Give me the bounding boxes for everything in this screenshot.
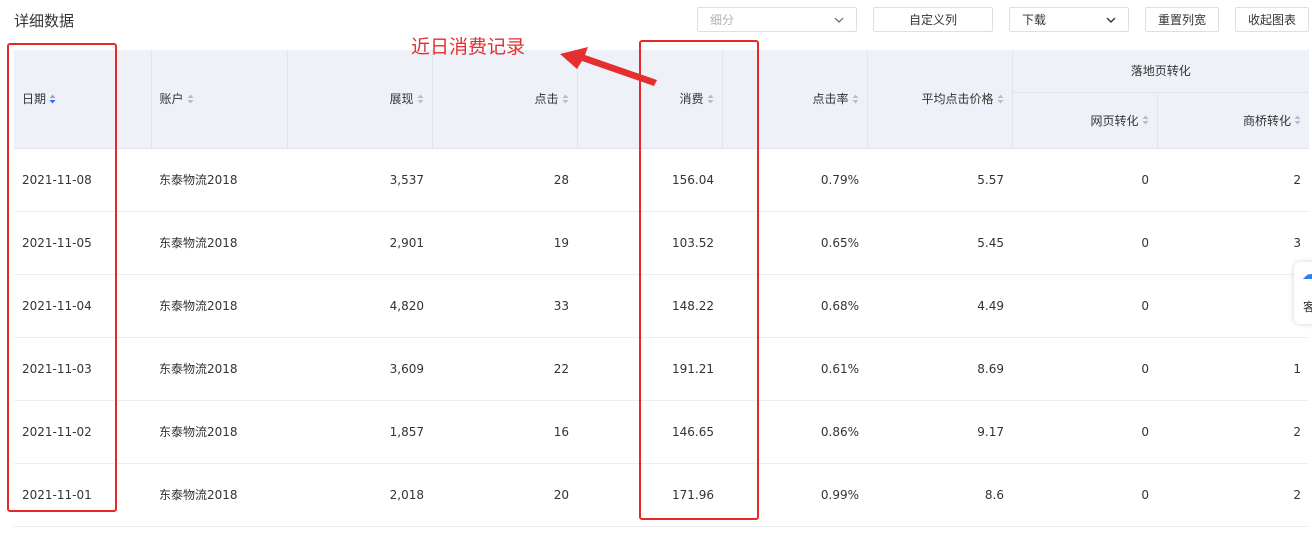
header-label-impressions: 展现: [389, 92, 414, 107]
sort-icon: [1142, 115, 1148, 125]
cell-clicks: 28: [432, 148, 577, 212]
cell-account: 东泰物流2018: [151, 400, 287, 464]
cell-web-conversion: 0: [1012, 211, 1157, 275]
cell-account: 东泰物流2018: [151, 148, 287, 212]
download-label: 下载: [1022, 13, 1047, 27]
chat-icon: ☁: [1302, 267, 1312, 283]
cell-bridge-conversion: 3: [1157, 211, 1309, 275]
breakdown-select[interactable]: 细分: [697, 7, 857, 32]
column-group-landing-conversion: 落地页转化: [1012, 50, 1309, 93]
header-label-clicks: 点击: [534, 92, 559, 107]
chevron-down-icon: [1106, 17, 1116, 23]
sort-icon: [1294, 115, 1301, 125]
sort-icon: [417, 94, 423, 104]
cell-web-conversion: 0: [1012, 463, 1157, 527]
column-header-cpc[interactable]: 平均点击价格: [867, 50, 1013, 149]
customer-service-label: 客: [1303, 300, 1312, 314]
cell-cpc: 5.57: [867, 148, 1012, 212]
cell-bridge-conversion: 2: [1157, 274, 1309, 338]
cell-bridge-conversion: 1: [1157, 337, 1309, 401]
sort-icon: [852, 94, 858, 104]
cell-account: 东泰物流2018: [151, 337, 287, 401]
date-column-highlight: [7, 43, 117, 512]
cell-cpc: 8.69: [867, 337, 1012, 401]
column-header-bridge-conversion[interactable]: 商桥转化: [1157, 92, 1309, 149]
cell-bridge-conversion: 2: [1157, 463, 1309, 527]
cell-web-conversion: 0: [1012, 400, 1157, 464]
cell-impressions: 2,901: [287, 211, 432, 275]
header-label-bridge-conversion: 商桥转化: [1242, 113, 1291, 128]
customer-service-widget[interactable]: ☁ 客: [1294, 262, 1312, 324]
header-label-cpc: 平均点击价格: [921, 92, 994, 107]
column-header-impressions[interactable]: 展现: [287, 50, 433, 149]
cell-account: 东泰物流2018: [151, 274, 287, 338]
cost-column-highlight: [639, 40, 759, 520]
cell-impressions: 4,820: [287, 274, 432, 338]
cell-cpc: 8.6: [867, 463, 1012, 527]
column-header-clicks[interactable]: 点击: [432, 50, 578, 149]
reset-width-label: 重置列宽: [1157, 13, 1206, 27]
sort-icon: [187, 94, 194, 104]
custom-columns-button[interactable]: 自定义列: [873, 7, 993, 32]
cell-impressions: 2,018: [287, 463, 432, 527]
cell-impressions: 1,857: [287, 400, 432, 464]
cell-account: 东泰物流2018: [151, 463, 287, 527]
reset-width-button[interactable]: 重置列宽: [1145, 7, 1219, 32]
page-title: 详细数据: [14, 12, 75, 30]
cell-impressions: 3,537: [287, 148, 432, 212]
download-select[interactable]: 下载: [1009, 7, 1129, 32]
cell-web-conversion: 0: [1012, 274, 1157, 338]
header-label-web-conversion: 网页转化: [1090, 113, 1139, 128]
chevron-down-icon: [834, 17, 844, 23]
header-label-account: 账户: [159, 92, 184, 107]
cell-impressions: 3,609: [287, 337, 432, 401]
cell-web-conversion: 0: [1012, 148, 1157, 212]
cell-clicks: 19: [432, 211, 577, 275]
annotation-label: 近日消费记录: [411, 36, 526, 58]
cell-cpc: 9.17: [867, 400, 1012, 464]
header-label-landing-group: 落地页转化: [1130, 64, 1191, 79]
column-header-account[interactable]: 账户: [151, 50, 288, 149]
header-label-ctr: 点击率: [812, 92, 849, 107]
cell-bridge-conversion: 2: [1157, 400, 1309, 464]
breakdown-placeholder: 细分: [710, 13, 735, 27]
cell-cpc: 4.49: [867, 274, 1012, 338]
cell-cpc: 5.45: [867, 211, 1012, 275]
cell-clicks: 16: [432, 400, 577, 464]
cell-web-conversion: 0: [1012, 337, 1157, 401]
cell-account: 东泰物流2018: [151, 211, 287, 275]
sort-icon: [997, 94, 1003, 104]
column-header-web-conversion[interactable]: 网页转化: [1012, 92, 1158, 149]
cell-bridge-conversion: 2: [1157, 148, 1309, 212]
cell-clicks: 22: [432, 337, 577, 401]
custom-columns-label: 自定义列: [908, 13, 957, 27]
collapse-chart-label: 收起图表: [1247, 13, 1296, 27]
cell-clicks: 33: [432, 274, 577, 338]
cell-clicks: 20: [432, 463, 577, 527]
collapse-chart-button[interactable]: 收起图表: [1235, 7, 1309, 32]
sort-icon: [562, 94, 568, 104]
